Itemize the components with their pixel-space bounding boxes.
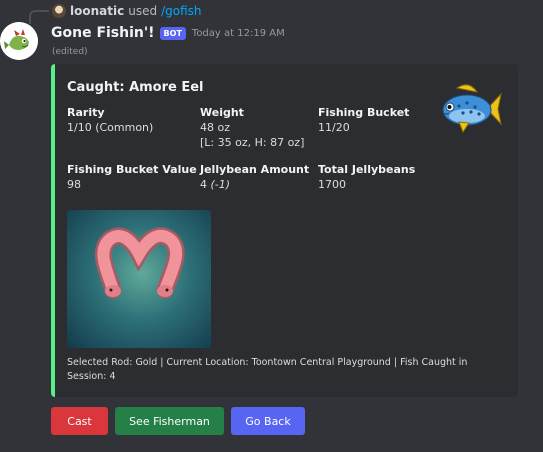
message-header: Gone Fishin'! BOT Today at 12:19 AM [51,24,285,42]
field-weight-range: [L: 35 oz, H: 87 oz] [200,136,305,149]
user-avatar-icon[interactable] [52,4,66,18]
cast-button[interactable]: Cast [51,407,108,435]
jellybean-amount: 4 [200,178,207,191]
see-fisherman-button[interactable]: See Fisherman [115,407,224,435]
field-bucket-value-value: 98 [67,178,81,191]
fish-bot-avatar-icon [0,22,38,60]
field-rarity-value: 1/10 (Common) [67,121,154,134]
field-rarity-name: Rarity [67,106,105,119]
field-fishing-bucket-name: Fishing Bucket [318,106,410,119]
fish-thumbnail-icon [442,84,502,134]
jellybean-delta: (-1) [210,178,231,191]
field-rarity: Rarity 1/10 (Common) [67,105,192,135]
message-timestamp: Today at 12:19 AM [191,27,285,39]
reply-reference[interactable]: loonatic used /gofish [52,3,202,19]
amore-eel-icon [94,227,185,299]
go-back-button[interactable]: Go Back [231,407,305,435]
field-fishing-bucket: Fishing Bucket 11/20 [318,105,443,135]
field-weight-value: 48 oz [200,121,230,134]
field-jellybean-amount: Jellybean Amount 4 (-1) [200,162,325,192]
reply-connector [29,10,49,24]
bot-badge: BOT [159,26,186,40]
field-fishing-bucket-value: 11/20 [318,121,350,134]
field-bucket-value-name: Fishing Bucket Value [67,163,197,176]
field-total-jellybeans-name: Total Jellybeans [318,163,416,176]
catch-embed: Caught: Amore Eel Rarity 1/10 (Common) W… [51,64,518,397]
field-total-jellybeans: Total Jellybeans 1700 [318,162,443,192]
field-weight-name: Weight [200,106,244,119]
field-jellybean-amount-name: Jellybean Amount [200,163,310,176]
reply-username[interactable]: loonatic [70,4,124,18]
field-weight: Weight 48 oz [L: 35 oz, H: 87 oz] [200,105,325,150]
reply-command[interactable]: /gofish [161,4,201,18]
field-total-jellybeans-value: 1700 [318,178,346,191]
field-jellybean-amount-value: 4 (-1) [200,177,325,192]
amore-eel-image[interactable] [67,210,211,348]
field-fishing-bucket-value: Fishing Bucket Value 98 [67,162,197,192]
embed-footer: Selected Rod: Gold | Current Location: T… [67,357,468,382]
reply-verb: used [128,4,158,18]
embed-title: Caught: Amore Eel [67,80,204,95]
bot-avatar[interactable] [0,22,38,60]
bot-name[interactable]: Gone Fishin'! [51,25,155,41]
edited-label: (edited) [52,47,88,57]
